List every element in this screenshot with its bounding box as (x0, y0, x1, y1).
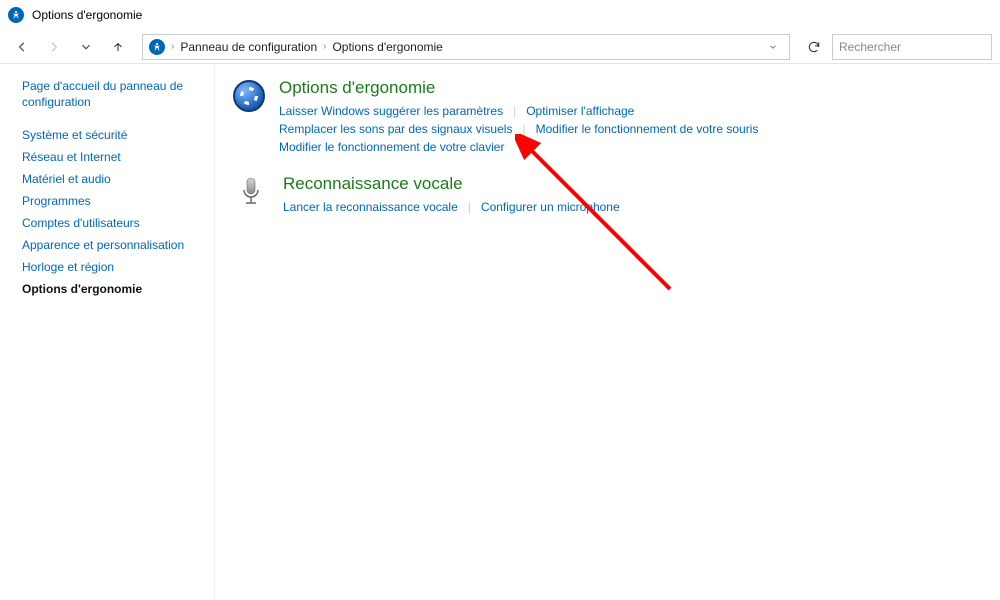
sidebar-item-user-accounts[interactable]: Comptes d'utilisateurs (22, 212, 204, 234)
sidebar-item-hardware-sound[interactable]: Matériel et audio (22, 168, 204, 190)
link-start-speech-recognition[interactable]: Lancer la reconnaissance vocale (283, 198, 458, 216)
navigation-bar: › Panneau de configuration › Options d'e… (0, 30, 1000, 64)
breadcrumb-current[interactable]: Options d'ergonomie (332, 40, 442, 54)
chevron-right-icon[interactable]: › (323, 41, 326, 52)
refresh-button[interactable] (800, 33, 828, 61)
main-panel: Options d'ergonomie Laisser Windows sugg… (215, 64, 1000, 600)
speech-section-icon (233, 174, 269, 216)
address-dropdown-button[interactable] (763, 37, 783, 57)
up-button[interactable] (104, 33, 132, 61)
address-bar[interactable]: › Panneau de configuration › Options d'e… (142, 34, 790, 60)
link-change-keyboard[interactable]: Modifier le fonctionnement de votre clav… (279, 138, 504, 156)
section-speech-recognition: Reconnaissance vocale Lancer la reconnai… (233, 174, 982, 216)
sidebar-item-appearance[interactable]: Apparence et personnalisation (22, 234, 204, 256)
ease-of-access-section-icon (233, 78, 265, 156)
section-ease-of-access: Options d'ergonomie Laisser Windows sugg… (233, 78, 982, 156)
link-replace-sounds-visual[interactable]: Remplacer les sons par des signaux visue… (279, 120, 512, 138)
forward-button[interactable] (40, 33, 68, 61)
recent-locations-button[interactable] (72, 33, 100, 61)
section-heading-speech[interactable]: Reconnaissance vocale (283, 174, 620, 194)
back-button[interactable] (8, 33, 36, 61)
breadcrumb-root[interactable]: Panneau de configuration (180, 40, 317, 54)
section-heading-ease-of-access[interactable]: Options d'ergonomie (279, 78, 982, 98)
search-box[interactable] (832, 34, 992, 60)
link-optimize-display[interactable]: Optimiser l'affichage (526, 102, 634, 120)
window-title: Options d'ergonomie (32, 8, 142, 22)
link-divider: | (513, 104, 516, 118)
control-panel-home-link[interactable]: Page d'accueil du panneau de configurati… (22, 78, 204, 110)
window-titlebar: Options d'ergonomie (0, 0, 1000, 30)
sidebar: Page d'accueil du panneau de configurati… (0, 64, 215, 600)
clock-dial-icon (233, 80, 265, 112)
sidebar-item-network-internet[interactable]: Réseau et Internet (22, 146, 204, 168)
search-input[interactable] (839, 40, 985, 54)
ease-of-access-icon (8, 7, 24, 23)
annotation-arrow (515, 134, 695, 314)
sidebar-item-ease-of-access: Options d'ergonomie (22, 278, 204, 300)
link-change-mouse[interactable]: Modifier le fonctionnement de votre sour… (536, 120, 759, 138)
chevron-right-icon[interactable]: › (171, 41, 174, 52)
link-divider: | (522, 122, 525, 136)
sidebar-item-system-security[interactable]: Système et sécurité (22, 124, 204, 146)
sidebar-item-clock-region[interactable]: Horloge et région (22, 256, 204, 278)
content-area: Page d'accueil du panneau de configurati… (0, 64, 1000, 600)
link-let-windows-suggest[interactable]: Laisser Windows suggérer les paramètres (279, 102, 503, 120)
ease-of-access-icon (149, 39, 165, 55)
sidebar-item-programs[interactable]: Programmes (22, 190, 204, 212)
link-setup-microphone[interactable]: Configurer un microphone (481, 198, 620, 216)
link-divider: | (468, 200, 471, 214)
microphone-icon (239, 176, 263, 216)
